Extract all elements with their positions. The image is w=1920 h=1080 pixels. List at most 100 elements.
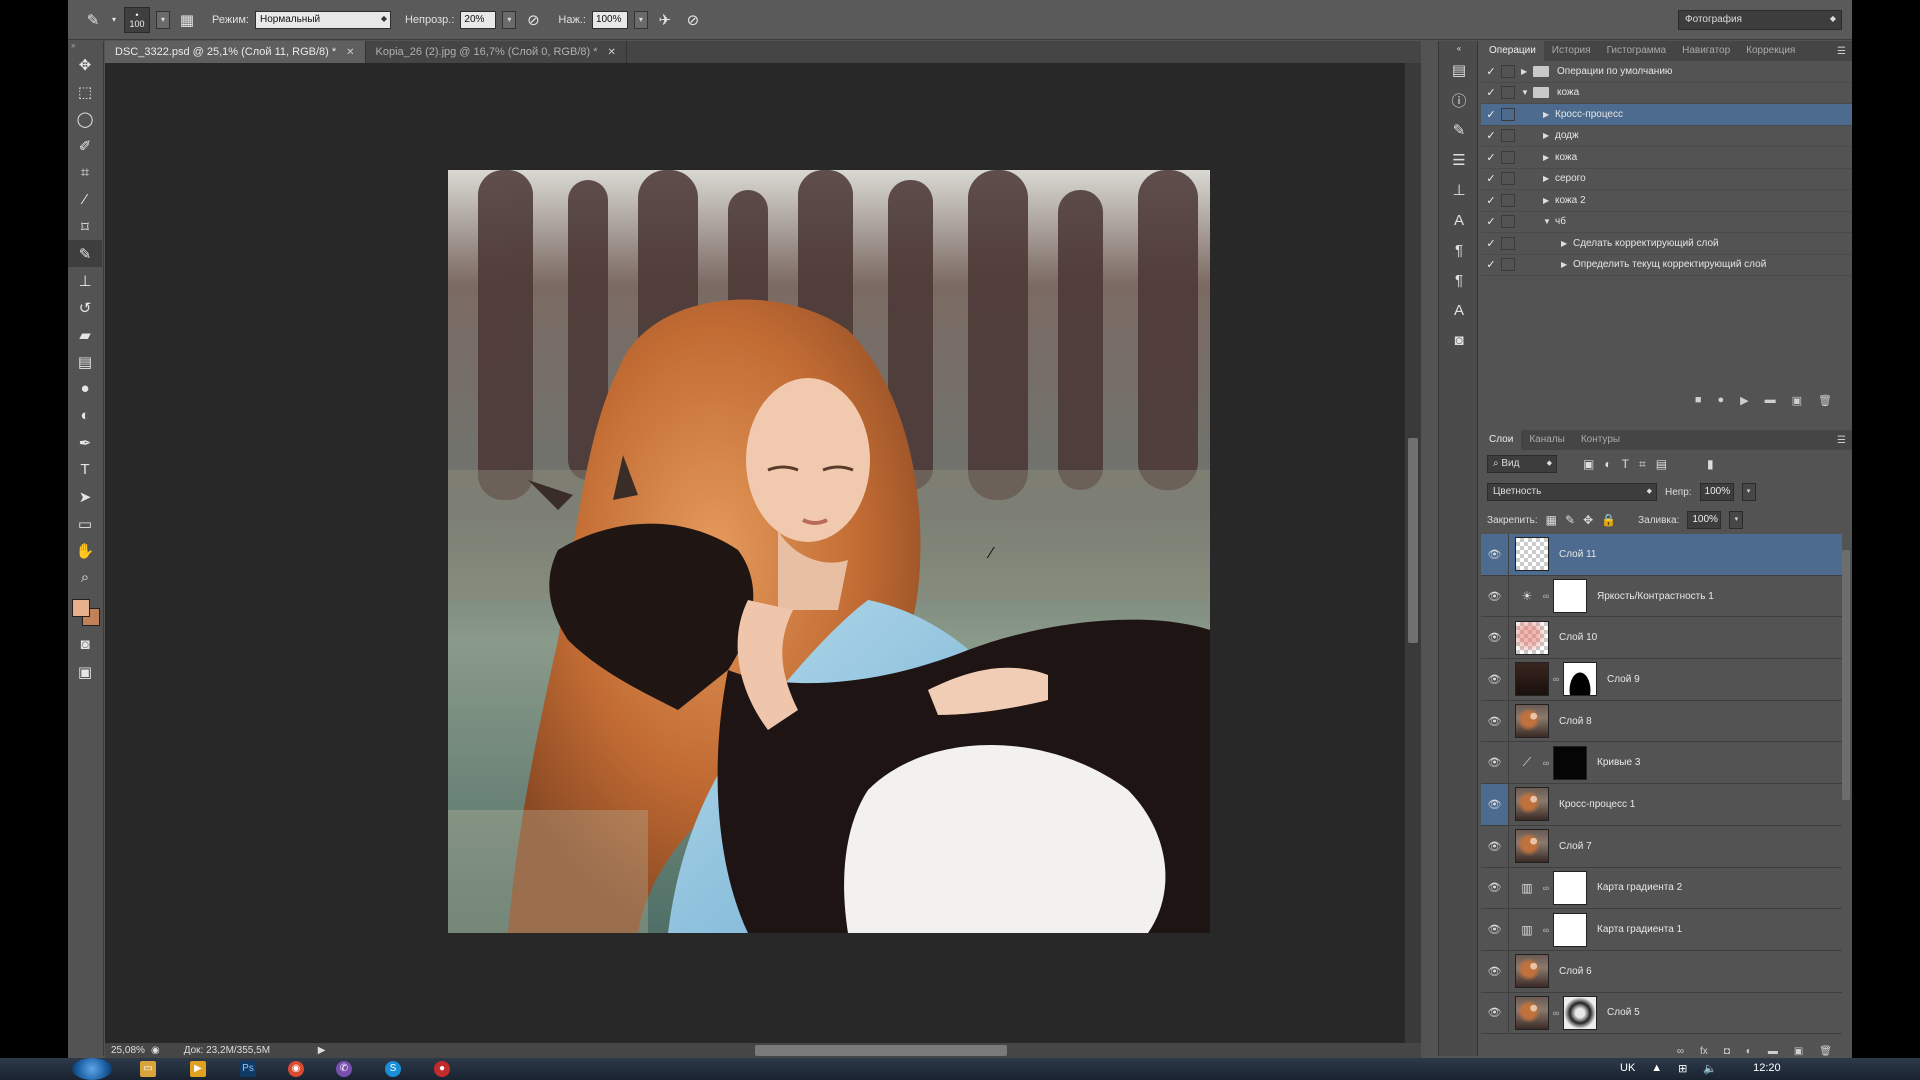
layer-row[interactable]: 👁 ▥ ∞ Карта градиента 1 (1481, 909, 1842, 951)
add-mask-icon[interactable]: ◘ (1724, 1046, 1730, 1057)
brush-tool-icon[interactable]: ✎ (82, 9, 104, 31)
layer-mask-thumbnail[interactable] (1553, 912, 1587, 947)
layer-filter-select[interactable]: ⌕ Вид ◆ (1487, 455, 1557, 473)
flow-input[interactable]: 100% (591, 10, 628, 29)
character-dock-icon[interactable]: A (1439, 205, 1479, 235)
media-icon[interactable]: ▶ (190, 1061, 206, 1077)
adjustments-dock-icon[interactable]: ☰ (1439, 145, 1479, 175)
healing-brush-tool-icon[interactable]: ⌑ (68, 213, 102, 240)
layers-scroll-thumb[interactable] (1842, 550, 1850, 800)
filter-toggle-icon[interactable]: ▮ (1707, 457, 1714, 471)
network-icon[interactable]: ⊞ (1678, 1062, 1687, 1075)
layer-row[interactable]: 👁 ∞ Слой 9 (1481, 659, 1842, 701)
collapse-icon[interactable]: ▼ (1521, 88, 1533, 97)
character-styles-dock-icon[interactable]: A (1439, 295, 1479, 325)
check-icon[interactable]: ✓ (1481, 108, 1501, 121)
dialog-toggle[interactable] (1501, 215, 1515, 229)
panel-menu-icon[interactable]: ☰ (1837, 46, 1852, 57)
layer-mask-thumbnail[interactable] (1563, 662, 1597, 697)
expand-icon[interactable]: ▶ (1561, 260, 1573, 269)
pen-tool-icon[interactable]: ✒ (68, 429, 102, 456)
tools-grip[interactable]: » (68, 41, 103, 51)
gradient-tool-icon[interactable]: ▤ (68, 348, 102, 375)
layer-mask-thumbnail[interactable] (1553, 870, 1587, 905)
marquee-tool-icon[interactable]: ⬚ (68, 78, 102, 105)
clone-stamp-tool-icon[interactable]: ⊥ (68, 267, 102, 294)
status-menu-icon[interactable]: ▶ (318, 1045, 326, 1056)
brush-presets-dock-icon[interactable]: ✎ (1439, 115, 1479, 145)
panel-menu-icon[interactable]: ☰ (1837, 435, 1852, 446)
hand-tool-icon[interactable]: ✋ (68, 537, 102, 564)
dialog-toggle[interactable] (1501, 107, 1515, 121)
check-icon[interactable]: ✓ (1481, 86, 1501, 99)
expand-icon[interactable]: ▶ (1561, 239, 1573, 248)
expand-icon[interactable]: ▶ (1543, 174, 1555, 183)
volume-icon[interactable]: 🔈 (1703, 1062, 1717, 1075)
dialog-toggle[interactable] (1501, 129, 1515, 143)
pressure-size-icon[interactable]: ⊘ (682, 9, 704, 31)
layer-mask-thumbnail[interactable] (1553, 745, 1587, 780)
layer-mask-thumbnail[interactable] (1553, 579, 1587, 614)
actions-dock-icon[interactable]: ▤ (1439, 55, 1479, 85)
tab-channels[interactable]: Каналы (1521, 430, 1573, 450)
tab-paths[interactable]: Контуры (1573, 430, 1628, 450)
action-row[interactable]: ✓ ▶ Сделать корректирующий слой (1481, 233, 1852, 255)
pressure-opacity-icon[interactable]: ⊘ (522, 9, 544, 31)
record-icon[interactable]: ● (1718, 394, 1725, 406)
eye-icon[interactable]: 👁 (1481, 867, 1509, 909)
new-action-icon[interactable]: ▣ (1792, 394, 1802, 407)
link-layers-icon[interactable]: ∞ (1677, 1046, 1684, 1057)
history-brush-tool-icon[interactable]: ↺ (68, 294, 102, 321)
dodge-tool-icon[interactable]: ◐ (68, 402, 102, 429)
shape-tool-icon[interactable]: ▭ (68, 510, 102, 537)
dialog-toggle[interactable] (1501, 236, 1515, 250)
action-row[interactable]: ✓ ▶ Операции по умолчанию (1481, 61, 1852, 83)
mode-select[interactable]: Нормальный ◆ (254, 10, 391, 29)
tab-adjustments[interactable]: Коррекция (1738, 41, 1803, 61)
check-icon[interactable]: ✓ (1481, 65, 1501, 78)
filter-type-icon[interactable]: T (1622, 457, 1629, 471)
info-dock-icon[interactable]: ⓘ (1439, 85, 1479, 115)
eye-icon[interactable]: 👁 (1481, 575, 1509, 617)
tool-preset-dropdown[interactable]: ▾ (110, 9, 118, 31)
check-icon[interactable]: ✓ (1481, 151, 1501, 164)
layer-row[interactable]: 👁 Слой 10 (1481, 617, 1842, 660)
trash-icon[interactable]: 🗑 (1818, 394, 1832, 407)
brush-size-picker[interactable]: • 100 (124, 6, 150, 33)
lock-position-icon[interactable]: ✥ (1583, 513, 1593, 527)
expand-icon[interactable]: ▶ (1543, 131, 1555, 140)
fill-dropdown[interactable]: ▾ (1729, 511, 1744, 529)
filter-pixel-icon[interactable]: ▣ (1583, 457, 1594, 471)
expand-icon[interactable]: ▶ (1543, 153, 1555, 162)
recorder-icon[interactable]: ● (434, 1061, 450, 1077)
expand-icon[interactable]: ▶ (1521, 67, 1533, 76)
trash-icon[interactable]: 🗑 (1819, 1046, 1832, 1057)
tab-layers[interactable]: Слои (1481, 430, 1522, 450)
lock-pixels-icon[interactable]: ✎ (1565, 513, 1575, 527)
document-tab-active[interactable]: DSC_3322.psd @ 25,1% (Слой 11, RGB/8) * … (105, 41, 366, 63)
close-icon[interactable]: ✕ (346, 47, 354, 58)
brush-size-dropdown[interactable]: ▾ (156, 10, 170, 29)
eyedropper-tool-icon[interactable]: ⁄ (68, 186, 102, 213)
eye-icon[interactable]: 👁 (1481, 742, 1509, 784)
chrome-icon[interactable]: ◉ (288, 1061, 304, 1077)
action-row[interactable]: ✓ ▶ додж (1481, 126, 1852, 147)
opacity-input[interactable]: 20% (460, 10, 497, 29)
check-icon[interactable]: ✓ (1481, 172, 1501, 185)
check-icon[interactable]: ✓ (1481, 129, 1501, 142)
layer-row[interactable]: 👁 ⟋ ∞ Кривые 3 (1481, 742, 1842, 785)
paragraph-dock-icon[interactable]: ¶ (1439, 235, 1479, 265)
blend-mode-select[interactable]: Цветность ◆ (1487, 483, 1657, 501)
quick-selection-tool-icon[interactable]: ✐ (68, 132, 102, 159)
chain-link-icon[interactable]: ∞ (1539, 883, 1553, 893)
dialog-toggle[interactable] (1501, 86, 1515, 100)
new-layer-icon[interactable]: ▣ (1794, 1046, 1803, 1057)
adjustment-layer-icon[interactable]: ◐ (1746, 1046, 1752, 1057)
chain-link-icon[interactable]: ∞ (1539, 591, 1553, 601)
photoshop-icon[interactable]: Ps (240, 1061, 256, 1077)
blur-tool-icon[interactable]: ● (68, 375, 102, 402)
canvas-area[interactable]: ⁄ (105, 63, 1405, 1043)
crop-tool-icon[interactable]: ⌗ (68, 159, 102, 186)
check-icon[interactable]: ✓ (1481, 258, 1501, 271)
eye-icon[interactable]: 👁 (1481, 992, 1509, 1034)
